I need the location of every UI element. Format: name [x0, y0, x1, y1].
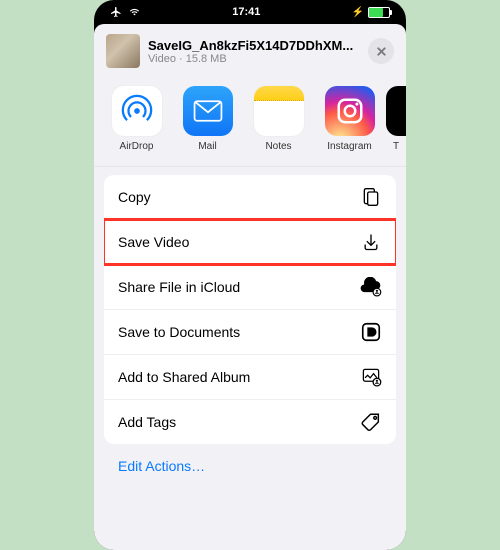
app-label: AirDrop: [120, 141, 154, 152]
action-label: Add Tags: [118, 414, 176, 430]
partial-app-icon: [386, 86, 406, 136]
app-label: Notes: [265, 141, 291, 152]
action-copy[interactable]: Copy: [104, 175, 396, 219]
file-thumbnail: [106, 34, 140, 68]
documents-icon: [360, 321, 382, 343]
share-app-notes[interactable]: Notes: [244, 86, 313, 152]
airdrop-icon: [112, 86, 162, 136]
tag-icon: [360, 411, 382, 433]
edit-actions-link[interactable]: Edit Actions…: [104, 444, 396, 504]
action-save-documents[interactable]: Save to Documents: [104, 309, 396, 354]
action-add-tags[interactable]: Add Tags: [104, 399, 396, 444]
file-name: SaveIG_An8kzFi5X14D7DDhXM...: [148, 38, 360, 53]
share-app-airdrop[interactable]: AirDrop: [102, 86, 171, 152]
share-app-more[interactable]: T: [386, 86, 406, 152]
share-app-mail[interactable]: Mail: [173, 86, 242, 152]
wifi-icon: [128, 7, 141, 17]
charging-icon: ⚡: [352, 7, 364, 18]
app-label: Instagram: [327, 141, 371, 152]
share-sheet: SaveIG_An8kzFi5X14D7DDhXM... Video · 15.…: [94, 24, 406, 550]
share-app-instagram[interactable]: Instagram: [315, 86, 384, 152]
action-label: Copy: [118, 189, 151, 205]
app-label: Mail: [198, 141, 216, 152]
action-label: Share File in iCloud: [118, 279, 240, 295]
icloud-share-icon: [360, 276, 382, 298]
shared-album-icon: [360, 366, 382, 388]
action-save-video[interactable]: Save Video: [104, 219, 396, 264]
action-label: Add to Shared Album: [118, 369, 250, 385]
mail-icon: [183, 86, 233, 136]
action-share-icloud[interactable]: Share File in iCloud: [104, 264, 396, 309]
action-list: Copy Save Video: [104, 175, 396, 444]
close-button[interactable]: [368, 38, 394, 64]
file-subtitle: Video · 15.8 MB: [148, 53, 360, 65]
status-time: 17:41: [232, 6, 260, 18]
airplane-mode-icon: [110, 6, 122, 18]
status-bar: 17:41 ⚡: [94, 0, 406, 22]
battery-icon: [368, 7, 390, 18]
action-label: Save Video: [118, 234, 189, 250]
instagram-icon: [325, 86, 375, 136]
action-label: Save to Documents: [118, 324, 240, 340]
share-apps-row: AirDrop Mail Notes: [94, 80, 406, 167]
notes-icon: [254, 86, 304, 136]
copy-icon: [360, 186, 382, 208]
actions-section: Copy Save Video: [94, 167, 406, 504]
phone-frame: 17:41 ⚡ SaveIG_An8kzFi5X14D7DDhXM... Vid…: [94, 0, 406, 550]
app-label: T: [386, 141, 406, 152]
share-header: SaveIG_An8kzFi5X14D7DDhXM... Video · 15.…: [94, 24, 406, 80]
save-icon: [360, 231, 382, 253]
action-add-shared-album[interactable]: Add to Shared Album: [104, 354, 396, 399]
